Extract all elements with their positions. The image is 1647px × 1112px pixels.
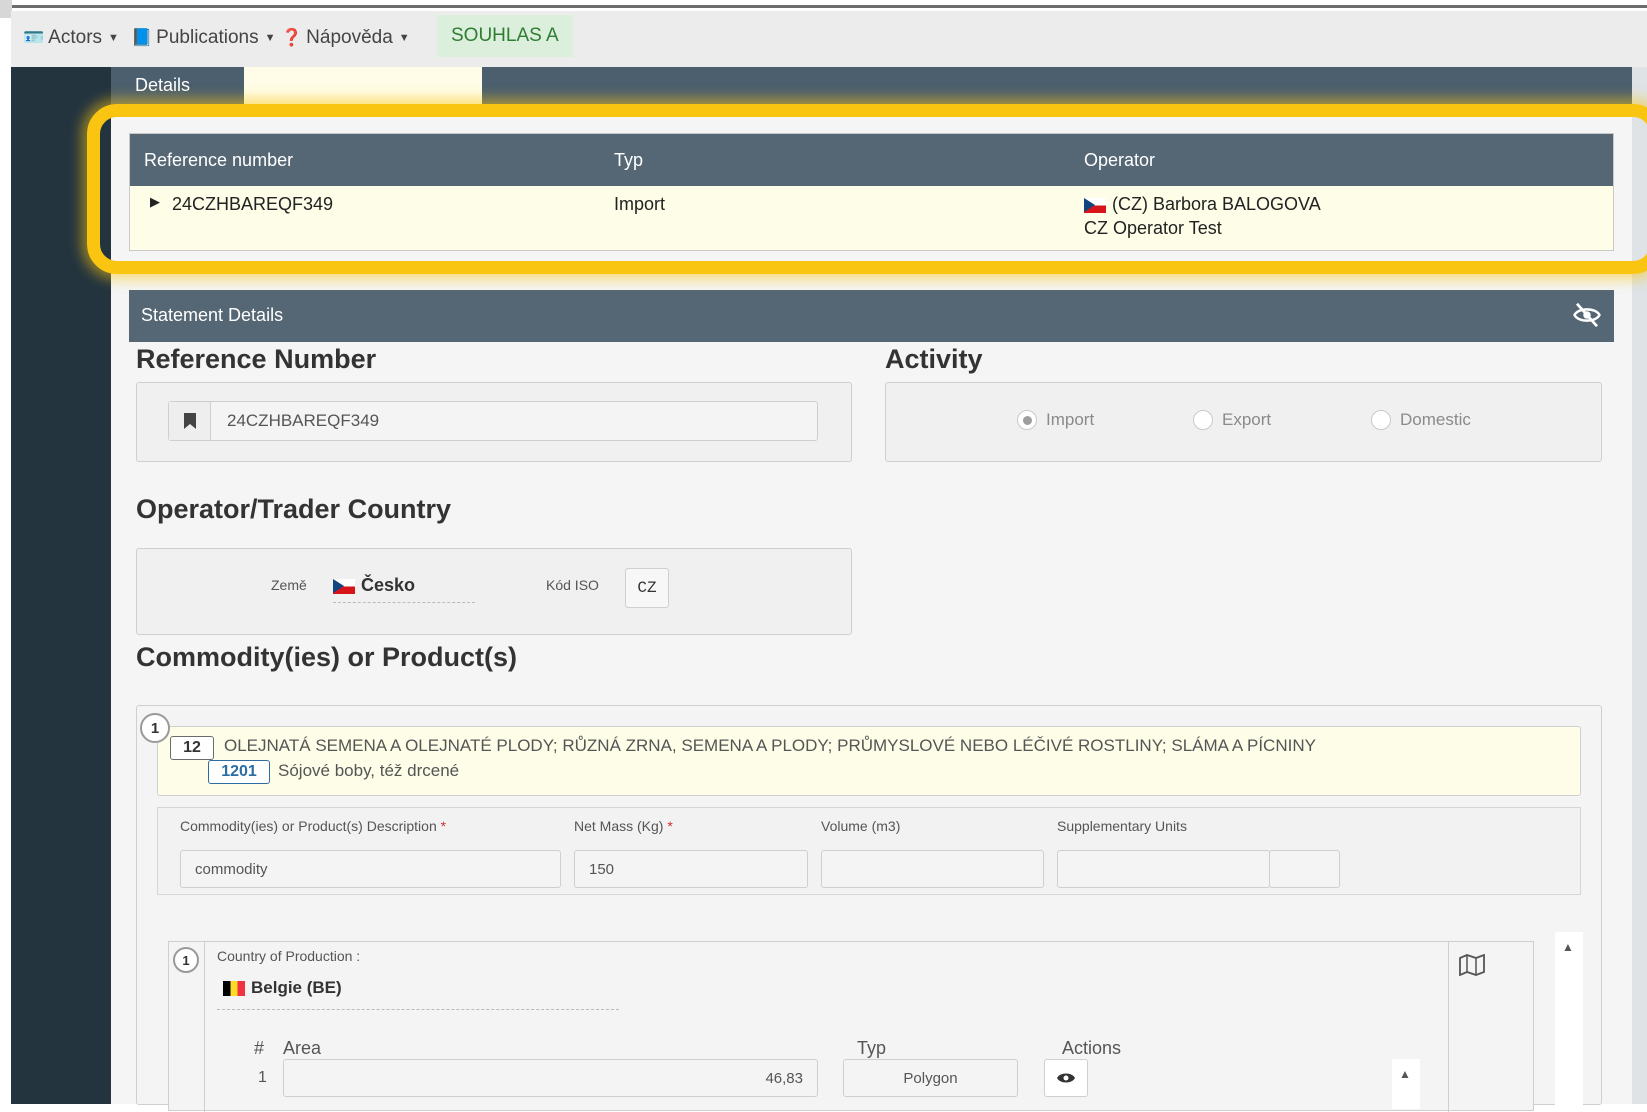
map-column (1448, 942, 1534, 1112)
area-input[interactable]: 46,83 (283, 1059, 818, 1097)
radio-dot (1193, 410, 1213, 430)
left-sidebar (11, 67, 111, 1104)
country-value: Česko (361, 575, 416, 595)
publications-label: Publications (156, 27, 259, 48)
question-circle-icon: ❓ (281, 28, 303, 47)
reference-number-value: 24CZHBAREQF349 (172, 194, 334, 214)
caret-down-icon: ▼ (108, 32, 119, 44)
production-country-value: Belgie (BE) (251, 978, 342, 997)
reference-number-heading: Reference Number (136, 344, 377, 374)
publications-menu[interactable]: 📘 Publications ▼ (131, 23, 276, 53)
operator-name: (CZ) Barbora BALOGOVA (1084, 194, 1321, 215)
scroll-up-icon[interactable]: ▲ (1562, 940, 1574, 954)
hs-chapter-badge: 12 (170, 736, 214, 760)
radio-dot (1017, 410, 1037, 430)
typ-value: Import (614, 194, 666, 214)
map-icon[interactable] (1459, 954, 1485, 976)
expand-caret-icon[interactable]: ▶ (150, 194, 160, 210)
scroll-up-icon[interactable]: ▲ (1399, 1067, 1411, 1081)
eye-icon (1057, 1073, 1075, 1083)
col-typ: Typ (614, 150, 644, 170)
inner-scrollbar[interactable]: ▲ (1392, 1059, 1420, 1109)
operator-org: CZ Operator Test (1084, 218, 1222, 238)
col-hash: # (254, 1038, 265, 1058)
caret-down-icon: ▼ (264, 32, 276, 44)
reference-number-box: 24CZHBAREQF349 (136, 382, 852, 462)
radio-export[interactable]: Export (1193, 410, 1271, 430)
main-content: Details Reference number Typ Operator ▶ … (111, 67, 1632, 1112)
actors-label: Actors (48, 27, 103, 48)
col-typ: Typ (857, 1038, 887, 1058)
radio-domestic[interactable]: Domestic (1371, 410, 1471, 430)
radio-dot (1371, 410, 1391, 430)
country-select[interactable]: Česko (333, 575, 475, 603)
activity-box: Import Export Domestic (885, 382, 1602, 462)
actors-menu[interactable]: 🪪 Actors ▼ (23, 23, 119, 53)
volume-input[interactable] (821, 850, 1044, 888)
id-card-icon: 🪪 (23, 28, 45, 47)
description-input[interactable]: commodity (180, 850, 561, 888)
iso-label: Kód ISO (546, 577, 599, 593)
operator-country-heading: Operator/Trader Country (136, 494, 452, 524)
col-actions: Actions (1062, 1038, 1122, 1058)
hs-heading-text: Sójové boby, též drcené (278, 761, 460, 780)
commodity-heading: Commodity(ies) or Product(s) (136, 642, 518, 672)
be-flag-icon (223, 981, 245, 997)
eye-slash-icon[interactable] (1572, 300, 1602, 330)
volume-label: Volume (m3) (821, 818, 901, 834)
col-operator: Operator (1084, 150, 1156, 170)
net-mass-label: Net Mass (Kg) * (574, 818, 673, 834)
reference-table-header: Reference number Typ Operator (130, 134, 1613, 186)
souhlas-button[interactable]: SOUHLAS A (437, 15, 573, 57)
typ-field: Polygon (843, 1059, 1018, 1097)
production-panel: 1 Country of Production : Belgie (BE) # … (168, 941, 1534, 1112)
outer-scrollbar[interactable]: ▲ (1555, 932, 1583, 1106)
net-mass-input[interactable]: 150 (574, 850, 808, 888)
description-label: Commodity(ies) or Product(s) Description… (180, 818, 447, 834)
iso-code-field: CZ (625, 568, 669, 608)
navbar: 🪪 Actors ▼ 📘 Publications ▼ ❓ Nápověda ▼… (11, 11, 1647, 67)
cz-flag-icon (333, 578, 355, 594)
col-area: Area (283, 1038, 322, 1058)
supp-units-label: Supplementary Units (1057, 818, 1187, 834)
supp-units-unit-select[interactable] (1269, 850, 1340, 888)
statement-details-title: Statement Details (141, 305, 284, 325)
radio-import[interactable]: Import (1017, 410, 1094, 430)
right-edge (1632, 67, 1647, 1104)
production-index-badge: 1 (173, 947, 199, 973)
reference-number-field-value: 24CZHBAREQF349 (227, 411, 380, 430)
top-border (0, 0, 1647, 18)
production-country-select[interactable]: Belgie (BE) (217, 978, 619, 1010)
commodity-fields: Commodity(ies) or Product(s) Description… (157, 807, 1581, 895)
bookmark-icon (169, 402, 211, 440)
radio-label: Import (1046, 410, 1095, 429)
reference-table: Reference number Typ Operator ▶ 24CZHBAR… (129, 133, 1614, 251)
supp-units-input[interactable] (1057, 850, 1270, 888)
activity-heading: Activity (885, 344, 983, 374)
tab-active-blank[interactable] (244, 67, 482, 107)
tab-bar: Details (111, 67, 1632, 107)
production-label: Country of Production : (217, 948, 361, 964)
book-icon: 📘 (131, 28, 153, 47)
reference-number-input[interactable]: 24CZHBAREQF349 (168, 401, 818, 441)
hs-code-panel: 12 OLEJNATÁ SEMENA A OLEJNATÉ PLODY; RŮZ… (157, 726, 1581, 796)
help-menu[interactable]: ❓ Nápověda ▼ (281, 23, 410, 53)
statement-details-bar: Statement Details (129, 290, 1614, 342)
commodity-box: 12 OLEJNATÁ SEMENA A OLEJNATÉ PLODY; RŮZ… (136, 705, 1602, 1112)
radio-label: Export (1222, 410, 1272, 429)
view-button[interactable] (1044, 1059, 1088, 1097)
radio-label: Domestic (1400, 410, 1471, 429)
tab-details[interactable]: Details (135, 75, 190, 96)
help-label: Nápověda (306, 27, 393, 48)
country-label: Země (271, 577, 307, 593)
operator-country-box: Země Česko Kód ISO CZ (136, 548, 852, 635)
commodity-index-badge: 1 (140, 713, 170, 743)
hs-chapter-text: OLEJNATÁ SEMENA A OLEJNATÉ PLODY; RŮZNÁ … (224, 736, 1316, 755)
row-number: 1 (258, 1069, 267, 1086)
col-reference-number: Reference number (144, 150, 294, 170)
caret-down-icon: ▼ (398, 32, 410, 44)
cz-flag-icon (1084, 197, 1106, 213)
hs-heading-badge: 1201 (208, 760, 270, 784)
